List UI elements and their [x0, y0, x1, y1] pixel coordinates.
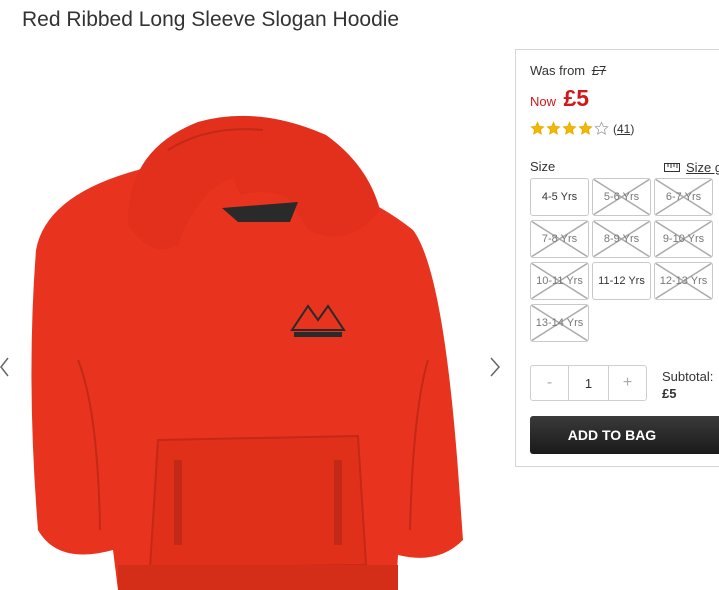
- hoodie-graphic: [31, 115, 464, 590]
- size-option-label: 7-8 Yrs: [541, 233, 578, 245]
- quantity-stepper: - +: [530, 365, 647, 401]
- add-to-bag-label: ADD TO BAG: [567, 427, 657, 443]
- quantity-increase-button[interactable]: +: [608, 365, 647, 401]
- was-label: Was from: [530, 63, 586, 78]
- size-option[interactable]: 4-5 Yrs: [530, 178, 589, 216]
- star-empty-icon: [594, 121, 609, 135]
- size-option-label: 8-9 Yrs: [603, 233, 640, 245]
- product-image: [31, 115, 464, 590]
- subtotal-label: Subtotal:: [662, 369, 714, 384]
- chevron-right-icon: [490, 357, 501, 377]
- review-count-close: ): [630, 121, 635, 136]
- star-rating: [530, 121, 610, 136]
- size-option[interactable]: 6-7 Yrs: [654, 178, 713, 216]
- size-label: Size: [530, 159, 556, 174]
- size-option-label: 10-11 Yrs: [536, 275, 583, 287]
- was-price: £7: [591, 63, 607, 78]
- now-price: £5: [563, 85, 590, 111]
- quantity-input[interactable]: [569, 365, 608, 401]
- now-price-row: Now £5: [530, 85, 589, 112]
- size-option[interactable]: 13-14 Yrs: [530, 304, 589, 342]
- size-option-label: 12-13 Yrs: [659, 275, 708, 287]
- purchase-panel: Was from £7 Now £5 (41) Size Size g 4-5 …: [515, 49, 719, 467]
- star-filled-icon: [578, 121, 593, 135]
- size-option[interactable]: 12-13 Yrs: [654, 262, 713, 300]
- review-count: 41: [617, 121, 631, 136]
- size-option[interactable]: 9-10 Yrs: [654, 220, 713, 258]
- add-to-bag-button[interactable]: ADD TO BAG: [530, 416, 719, 454]
- size-guide-label: Size g: [686, 160, 719, 175]
- product-title: Red Ribbed Long Sleeve Slogan Hoodie: [22, 8, 400, 31]
- size-option[interactable]: 10-11 Yrs: [530, 262, 589, 300]
- star-filled-icon: [546, 121, 561, 135]
- gallery-next-button[interactable]: [489, 356, 501, 383]
- size-option-label: 6-7 Yrs: [665, 191, 702, 203]
- size-option-label: 13-14 Yrs: [535, 317, 584, 329]
- chevron-left-icon: [0, 357, 9, 377]
- size-option-label: 11-12 Yrs: [598, 275, 645, 287]
- review-count-link[interactable]: (41): [613, 122, 634, 136]
- star-filled-icon: [562, 121, 577, 135]
- size-guide-link[interactable]: Size g: [664, 160, 719, 175]
- size-option[interactable]: 8-9 Yrs: [592, 220, 651, 258]
- size-option[interactable]: 7-8 Yrs: [530, 220, 589, 258]
- subtotal: Subtotal: £5: [662, 368, 713, 402]
- subtotal-value: £5: [662, 386, 677, 401]
- gallery-prev-button[interactable]: [0, 356, 10, 383]
- size-option[interactable]: 5-6 Yrs: [592, 178, 651, 216]
- size-option-label: 9-10 Yrs: [662, 233, 705, 245]
- now-label: Now: [530, 94, 557, 109]
- size-options: 4-5 Yrs 5-6 Yrs 6-7 Yrs 7-8 Yrs 8-9 Yrs 9-10 …: [530, 178, 713, 342]
- quantity-decrease-button[interactable]: -: [530, 365, 569, 401]
- size-option-label: 5-6 Yrs: [603, 191, 640, 203]
- rating: (41): [530, 121, 634, 136]
- size-option[interactable]: 11-12 Yrs: [592, 262, 651, 300]
- product-gallery: [0, 48, 512, 590]
- was-price-row: Was from £7: [530, 63, 606, 78]
- size-option-label: 4-5 Yrs: [541, 191, 578, 203]
- star-filled-icon: [530, 121, 545, 135]
- ruler-icon: [664, 163, 680, 172]
